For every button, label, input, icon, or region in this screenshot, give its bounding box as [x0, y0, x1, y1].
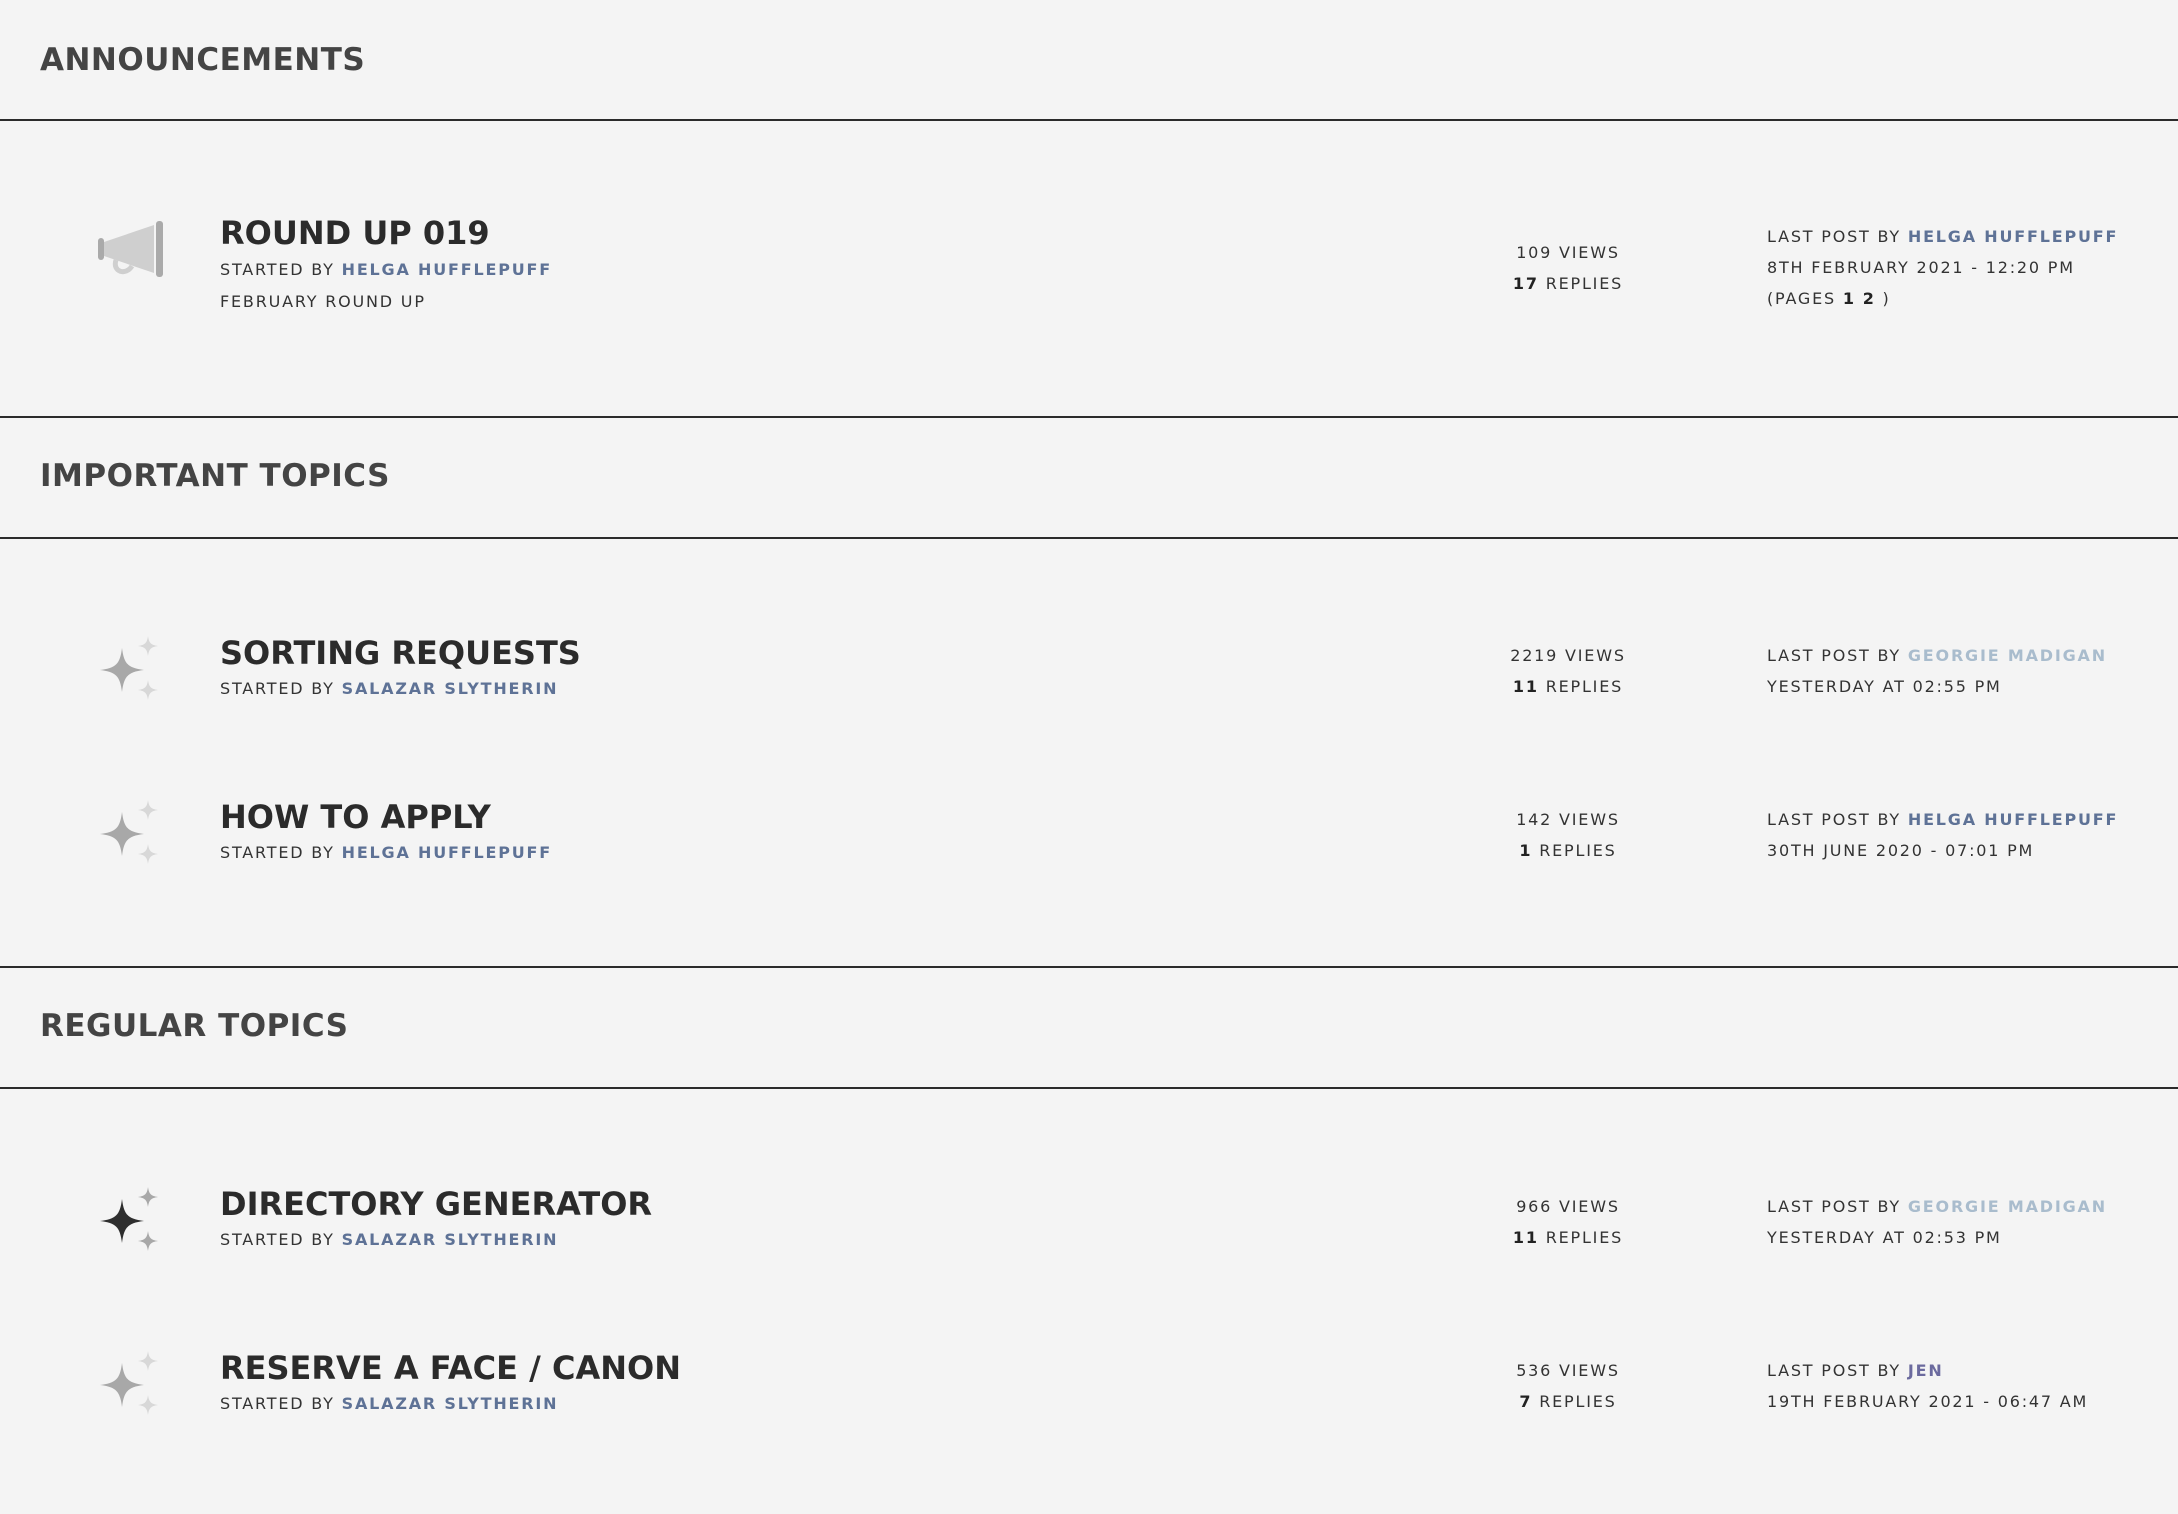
topic-row: SORTING REQUESTS STARTED BY SALAZAR SLYT…	[0, 620, 2178, 780]
topic-stats: 536 VIEWS 7 REPLIES	[1500, 1361, 1636, 1411]
last-post-author-link[interactable]: HELGA HUFFLEPUFF	[1908, 810, 2118, 829]
author-link[interactable]: HELGA HUFFLEPUFF	[342, 843, 552, 862]
views-count: 109 VIEWS	[1516, 243, 1620, 262]
sparkle-icon	[100, 800, 158, 864]
started-by-label: STARTED BY	[220, 679, 335, 698]
last-post-info: LAST POST BY GEORGIE MADIGAN YESTERDAY A…	[1767, 646, 2107, 696]
last-post-author-link[interactable]: HELGA HUFFLEPUFF	[1908, 227, 2118, 246]
last-post-by: LAST POST BY GEORGIE MADIGAN	[1767, 1197, 2107, 1216]
started-by-label: STARTED BY	[220, 1394, 335, 1413]
page-link-1[interactable]: 1	[1843, 289, 1856, 308]
section-title: IMPORTANT TOPICS	[40, 458, 390, 494]
last-post-by: LAST POST BY HELGA HUFFLEPUFF	[1767, 227, 2119, 246]
topic-stats: 109 VIEWS 17 REPLIES	[1500, 243, 1636, 293]
topic-row: DIRECTORY GENERATOR STARTED BY SALAZAR S…	[0, 1171, 2178, 1331]
author-link[interactable]: SALAZAR SLYTHERIN	[342, 1394, 559, 1413]
replies-count: 7 REPLIES	[1519, 1392, 1617, 1411]
last-post-author-link[interactable]: GEORGIE MADIGAN	[1908, 1197, 2107, 1216]
section-header-important: IMPORTANT TOPICS	[0, 418, 2178, 539]
last-post-author-link[interactable]: JEN	[1908, 1361, 1944, 1380]
author-link[interactable]: SALAZAR SLYTHERIN	[342, 679, 559, 698]
last-post-date-link[interactable]: 8TH FEBRUARY 2021 - 12:20 PM	[1767, 258, 2118, 277]
topic-starter: STARTED BY SALAZAR SLYTHERIN	[220, 1394, 558, 1413]
last-post-by: LAST POST BY HELGA HUFFLEPUFF	[1767, 810, 2119, 829]
topic-starter: STARTED BY SALAZAR SLYTHERIN	[220, 679, 558, 698]
section-header-regular: REGULAR TOPICS	[0, 968, 2178, 1089]
replies-count: 17 REPLIES	[1512, 274, 1624, 293]
views-count: 536 VIEWS	[1516, 1361, 1620, 1380]
section-header-announcements: ANNOUNCEMENTS	[0, 0, 2178, 121]
topic-starter: STARTED BY HELGA HUFFLEPUFF	[220, 260, 552, 279]
last-post-info: LAST POST BY JEN 19TH FEBRUARY 2021 - 06…	[1767, 1361, 2088, 1411]
topic-title-link[interactable]: DIRECTORY GENERATOR	[220, 1185, 652, 1223]
topic-row: RESERVE A FACE / CANON STARTED BY SALAZA…	[0, 1335, 2178, 1495]
author-link[interactable]: HELGA HUFFLEPUFF	[342, 260, 552, 279]
sparkle-icon	[100, 636, 158, 700]
megaphone-icon	[98, 221, 163, 277]
last-post-date-link[interactable]: 30TH JUNE 2020 - 07:01 PM	[1767, 841, 2118, 860]
last-post-info: LAST POST BY GEORGIE MADIGAN YESTERDAY A…	[1767, 1197, 2107, 1247]
last-post-author-link[interactable]: GEORGIE MADIGAN	[1908, 646, 2107, 665]
last-post-by: LAST POST BY GEORGIE MADIGAN	[1767, 646, 2107, 665]
topic-starter: STARTED BY SALAZAR SLYTHERIN	[220, 1230, 558, 1249]
sparkle-icon	[100, 1351, 158, 1415]
started-by-label: STARTED BY	[220, 260, 335, 279]
topic-row: ROUND UP 019 STARTED BY HELGA HUFFLEPUFF…	[0, 200, 2178, 360]
section-title: ANNOUNCEMENTS	[40, 42, 366, 78]
last-post-info: LAST POST BY HELGA HUFFLEPUFF 30TH JUNE …	[1767, 810, 2118, 860]
topic-title-link[interactable]: ROUND UP 019	[220, 214, 490, 252]
started-by-label: STARTED BY	[220, 843, 335, 862]
page-link-2[interactable]: 2	[1863, 289, 1876, 308]
views-count: 142 VIEWS	[1516, 810, 1620, 829]
topic-description: FEBRUARY ROUND UP	[220, 292, 426, 311]
sparkle-dark-icon	[100, 1187, 158, 1251]
last-post-date-link[interactable]: YESTERDAY AT 02:53 PM	[1767, 1228, 2107, 1247]
last-post-by: LAST POST BY JEN	[1767, 1361, 1944, 1380]
replies-count: 1 REPLIES	[1519, 841, 1617, 860]
topic-row: HOW TO APPLY STARTED BY HELGA HUFFLEPUFF…	[0, 784, 2178, 944]
topic-stats: 2219 VIEWS 11 REPLIES	[1500, 646, 1636, 696]
topic-title-link[interactable]: RESERVE A FACE / CANON	[220, 1349, 681, 1387]
views-count: 966 VIEWS	[1516, 1197, 1620, 1216]
replies-count: 11 REPLIES	[1512, 1228, 1624, 1247]
replies-count: 11 REPLIES	[1512, 677, 1624, 696]
author-link[interactable]: SALAZAR SLYTHERIN	[342, 1230, 559, 1249]
topic-stats: 966 VIEWS 11 REPLIES	[1500, 1197, 1636, 1247]
topic-starter: STARTED BY HELGA HUFFLEPUFF	[220, 843, 552, 862]
topic-stats: 142 VIEWS 1 REPLIES	[1500, 810, 1636, 860]
topic-title-link[interactable]: SORTING REQUESTS	[220, 634, 581, 672]
topic-title-link[interactable]: HOW TO APPLY	[220, 798, 491, 836]
forum-topic-list: ANNOUNCEMENTS ROUND UP 019 STARTED BY HE…	[0, 0, 2178, 1514]
last-post-date-link[interactable]: 19TH FEBRUARY 2021 - 06:47 AM	[1767, 1392, 2088, 1411]
pagination: (PAGES 1 2 )	[1767, 289, 1891, 308]
last-post-info: LAST POST BY HELGA HUFFLEPUFF 8TH FEBRUA…	[1767, 227, 2118, 308]
started-by-label: STARTED BY	[220, 1230, 335, 1249]
views-count: 2219 VIEWS	[1510, 646, 1626, 665]
last-post-date-link[interactable]: YESTERDAY AT 02:55 PM	[1767, 677, 2107, 696]
section-title: REGULAR TOPICS	[40, 1008, 349, 1044]
